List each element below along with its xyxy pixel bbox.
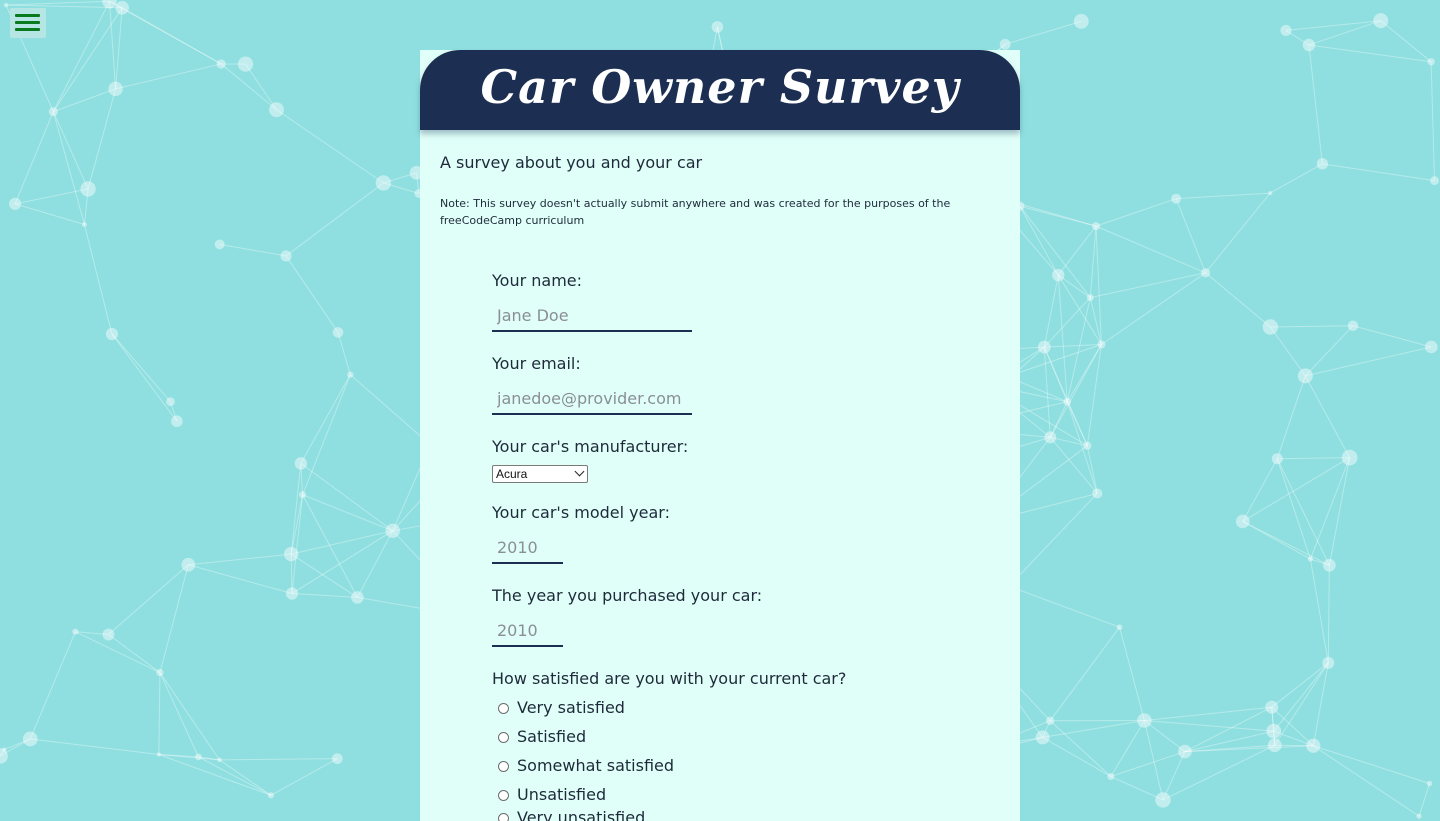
survey-header: Car Owner Survey [420, 50, 1020, 130]
manufacturer-selected-value: Acura [496, 467, 528, 481]
satisfaction-option-label: Unsatisfied [517, 785, 607, 804]
purchase-year-label: The year you purchased your car: [492, 586, 763, 605]
satisfaction-option-label: Very unsatisfied [517, 808, 646, 821]
survey-description: A survey about you and your car [440, 153, 703, 172]
model-year-field[interactable] [492, 532, 563, 564]
model-year-label: Your car's model year: [492, 503, 670, 522]
satisfaction-option-label: Somewhat satisfied [517, 756, 675, 775]
satisfaction-question: How satisfied are you with your current … [492, 669, 847, 688]
page-title: Car Owner Survey [480, 60, 960, 114]
name-field[interactable] [492, 300, 692, 332]
hamburger-menu-icon[interactable] [10, 8, 46, 38]
satisfaction-option-label: Very satisfied [517, 698, 625, 717]
radio-button[interactable] [498, 761, 509, 772]
manufacturer-select[interactable]: Acura [492, 465, 588, 483]
radio-button[interactable] [498, 703, 509, 714]
survey-note: Note: This survey doesn't actually submi… [440, 197, 951, 227]
name-label: Your name: [492, 271, 583, 290]
email-label: Your email: [492, 354, 581, 373]
purchase-year-field[interactable] [492, 615, 563, 647]
radio-button[interactable] [498, 790, 509, 801]
manufacturer-label: Your car's manufacturer: [492, 437, 689, 456]
email-field[interactable] [492, 383, 692, 415]
radio-button[interactable] [498, 732, 509, 743]
radio-button[interactable] [498, 813, 509, 821]
chevron-down-icon [574, 466, 585, 477]
survey-card: Car Owner Survey A survey about you and … [420, 50, 1020, 821]
satisfaction-option-label: Satisfied [517, 727, 587, 746]
